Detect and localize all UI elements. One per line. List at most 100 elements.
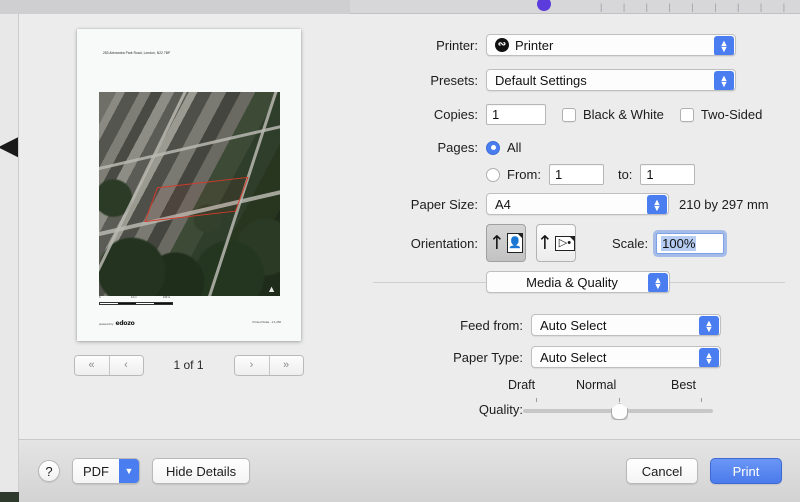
- paper-type-label: Paper Type:: [453, 349, 523, 365]
- hide-details-button[interactable]: Hide Details: [152, 458, 251, 484]
- feed-from-value: Auto Select: [540, 317, 607, 333]
- document-scale-bar: 0 12 m 100 m: [99, 295, 173, 307]
- screen: | | | | | | | | | ◀ 283 Alexandra Park R…: [0, 0, 800, 502]
- copies-label: Copies:: [433, 107, 478, 122]
- section-select[interactable]: Media & Quality ▲ ▼: [486, 271, 670, 293]
- document-address: 283 Alexandra Park Road, London, N22 7BP: [103, 51, 171, 55]
- presets-label: Presets:: [430, 72, 478, 88]
- orientation-row: Orientation: ↑ 👤 ↑ ▷• Scale: 100%: [358, 224, 725, 262]
- pages-from-label: From:: [507, 167, 541, 182]
- quality-slider[interactable]: [523, 398, 713, 420]
- chevron-updown-icon: ▲ ▼: [648, 273, 668, 292]
- quality-tick-draft: [536, 398, 537, 402]
- footer-right-buttons: Cancel Print: [626, 458, 782, 484]
- help-button[interactable]: ?: [38, 460, 60, 482]
- person-icon: 👤: [508, 236, 522, 249]
- cancel-button[interactable]: Cancel: [626, 458, 698, 484]
- pages-from-input[interactable]: 1: [548, 164, 604, 185]
- next-page-button[interactable]: ›: [234, 355, 269, 375]
- quality-label: Quality:: [478, 402, 523, 417]
- chevron-updown-icon: ▲ ▼: [714, 36, 734, 55]
- quality-slider-labels: Draft Normal Best: [508, 378, 738, 394]
- quality-row: Quality:: [358, 402, 523, 417]
- document-footer: powered by edozo: [99, 320, 135, 327]
- paper-size-select[interactable]: A4 ▲ ▼: [486, 193, 669, 215]
- quality-mid-label: Normal: [576, 378, 617, 392]
- document-footer-logo: edozo: [115, 320, 135, 327]
- feed-from-row: Feed from: Auto Select ▲ ▼: [358, 314, 721, 336]
- chevron-down-icon[interactable]: ▼: [119, 459, 139, 483]
- print-dialog: 283 Alexandra Park Road, London, N22 7BP…: [19, 14, 800, 502]
- scale-value: 100%: [661, 235, 697, 251]
- pages-all-radio[interactable]: [486, 140, 500, 155]
- scale-bar-label-mid: 12 m: [131, 295, 137, 299]
- quality-max-label: Best: [671, 378, 697, 392]
- pages-range-radio-group[interactable]: From:: [486, 167, 541, 182]
- quality-slider-thumb[interactable]: [611, 403, 628, 420]
- pdf-button-label: PDF: [73, 459, 119, 483]
- black-white-label: Black & White: [583, 107, 664, 122]
- section-select-wrapper: Media & Quality ▲ ▼: [486, 271, 670, 293]
- printer-label: Printer:: [436, 37, 478, 53]
- pages-all-radio-group[interactable]: All: [486, 140, 521, 155]
- printer-row: Printer: ∾ Printer ▲ ▼: [358, 34, 736, 56]
- preview-page: 283 Alexandra Park Road, London, N22 7BP…: [77, 29, 301, 341]
- pages-to-label: to:: [617, 167, 633, 182]
- quality-min-label: Draft: [508, 378, 536, 392]
- section-value: Media & Quality: [526, 274, 618, 290]
- feed-from-label: Feed from:: [460, 317, 523, 333]
- portrait-page-icon: 👤: [506, 233, 523, 253]
- copies-row: Copies: 1 Black & White Two-Sided: [358, 104, 762, 125]
- document-footer-prefix: powered by: [99, 322, 114, 326]
- presets-value: Default Settings: [495, 72, 587, 88]
- pagination-next-group: › »: [233, 354, 304, 376]
- preview-pagination: « ‹ 1 of 1 › »: [19, 354, 358, 376]
- copies-input[interactable]: 1: [486, 104, 546, 125]
- black-white-checkbox[interactable]: [562, 107, 576, 122]
- document-map-image: ▲: [99, 92, 280, 296]
- pages-label: Pages:: [437, 140, 478, 155]
- chevron-updown-icon: ▲ ▼: [699, 316, 719, 335]
- paper-type-row: Paper Type: Auto Select ▲ ▼: [358, 346, 721, 368]
- first-page-button[interactable]: «: [74, 355, 109, 375]
- pages-to-input[interactable]: 1: [640, 164, 696, 185]
- print-button[interactable]: Print: [710, 458, 782, 484]
- background-window-sidebar-strip: [0, 0, 350, 14]
- pages-range-row: From: 1 to: 1: [358, 164, 696, 185]
- quality-tick-best: [701, 398, 702, 402]
- two-sided-checkbox-group[interactable]: Two-Sided: [679, 107, 762, 122]
- two-sided-checkbox[interactable]: [679, 107, 694, 122]
- dialog-footer: ? PDF ▼ Hide Details Cancel Print: [19, 439, 800, 502]
- scale-bar-label-end: 100 m: [163, 295, 171, 299]
- printer-select[interactable]: ∾ Printer ▲ ▼: [486, 34, 736, 56]
- paper-type-select[interactable]: Auto Select ▲ ▼: [531, 346, 721, 368]
- printer-value: Printer: [515, 37, 554, 53]
- orientation-portrait-button[interactable]: ↑ 👤: [486, 224, 526, 262]
- footer-left-buttons: ? PDF ▼ Hide Details: [38, 458, 251, 484]
- feed-from-select[interactable]: Auto Select ▲ ▼: [531, 314, 721, 336]
- chevron-updown-icon: ▲ ▼: [714, 71, 734, 90]
- page-indicator: 1 of 1: [173, 358, 204, 372]
- pages-range-radio[interactable]: [486, 167, 500, 182]
- scale-label: Scale:: [612, 235, 649, 251]
- scale-input[interactable]: 100%: [656, 232, 725, 254]
- print-settings-pane: Printer: ∾ Printer ▲ ▼ Presets: Default S…: [358, 14, 800, 439]
- chevron-updown-icon: ▲ ▼: [647, 195, 667, 214]
- orientation-landscape-button[interactable]: ↑ ▷•: [536, 224, 576, 262]
- quality-tick-normal: [619, 398, 620, 402]
- previous-page-button[interactable]: ‹: [108, 355, 143, 375]
- background-window-ticks: | | | | | | | | |: [600, 2, 795, 12]
- landscape-page-icon: ▷•: [554, 235, 575, 251]
- pagination-prev-group: « ‹: [73, 354, 144, 376]
- black-white-checkbox-group[interactable]: Black & White: [562, 107, 664, 122]
- last-page-button[interactable]: »: [268, 355, 303, 375]
- background-window-accent-dot: [537, 0, 551, 11]
- paper-size-dimensions: 210 by 297 mm: [679, 196, 769, 212]
- paper-size-row: Paper Size: A4 ▲ ▼ 210 by 297 mm: [358, 193, 769, 215]
- up-arrow-icon: ↑: [537, 231, 553, 254]
- presets-select[interactable]: Default Settings ▲ ▼: [486, 69, 736, 91]
- presets-row: Presets: Default Settings ▲ ▼: [358, 69, 736, 91]
- paper-size-label: Paper Size:: [410, 196, 478, 212]
- orientation-label: Orientation:: [410, 235, 478, 251]
- pdf-button[interactable]: PDF ▼: [72, 458, 140, 484]
